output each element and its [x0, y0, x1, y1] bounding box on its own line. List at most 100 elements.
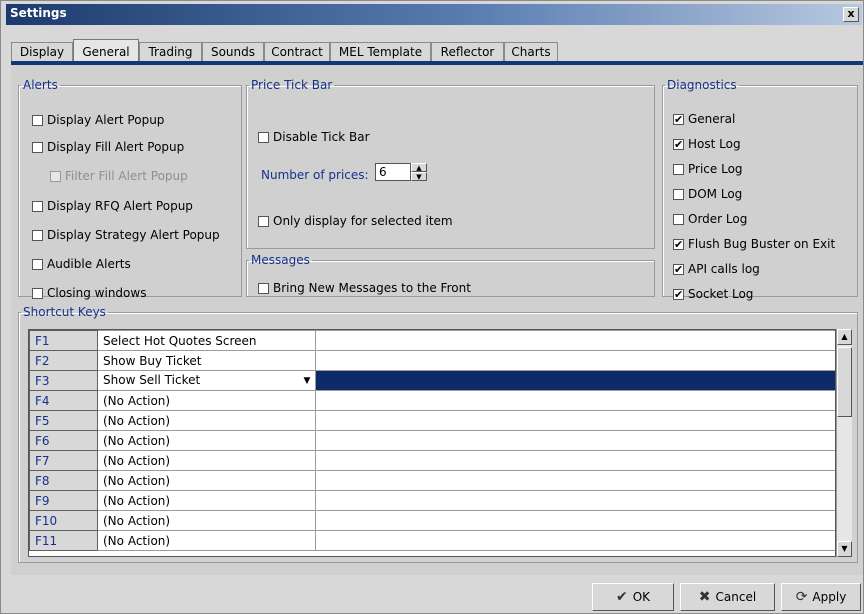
shortcut-extra-cell[interactable]: [315, 330, 835, 351]
shortcut-key-cell: F4: [29, 390, 98, 411]
checked-checkbox-icon[interactable]: ✔: [673, 113, 684, 125]
shortcut-extra-cell[interactable]: [315, 490, 835, 511]
alert-option-audible-alerts-label: Audible Alerts: [47, 257, 131, 271]
diagnostic-option-general[interactable]: ✔ General: [673, 111, 735, 127]
shortcut-action-cell[interactable]: (No Action): [97, 410, 316, 431]
tab-sounds[interactable]: Sounds: [202, 42, 264, 62]
table-row[interactable]: F6 (No Action): [29, 430, 835, 451]
checkbox-icon[interactable]: [32, 141, 43, 153]
shortcut-extra-cell[interactable]: [315, 470, 835, 491]
checkbox-icon[interactable]: [32, 229, 43, 241]
only-display-selected-checkbox[interactable]: Only display for selected item: [258, 213, 453, 229]
shortcut-extra-cell[interactable]: [315, 450, 835, 471]
shortcut-key-cell: F10: [29, 510, 98, 531]
checkbox-icon[interactable]: [673, 213, 684, 225]
table-row[interactable]: F4 (No Action): [29, 390, 835, 411]
tab-mel-template[interactable]: MEL Template: [330, 42, 431, 62]
diagnostic-option-price-log[interactable]: Price Log: [673, 161, 743, 177]
shortcut-action-cell[interactable]: (No Action): [97, 390, 316, 411]
shortcut-extra-cell[interactable]: [315, 410, 835, 431]
title-bar[interactable]: Settings x: [6, 4, 862, 25]
table-row[interactable]: F7 (No Action): [29, 450, 835, 471]
diagnostic-option-socket-log[interactable]: ✔ Socket Log: [673, 286, 753, 302]
table-row[interactable]: F3 ▼ Show Sell Ticket: [29, 370, 835, 391]
table-row[interactable]: F10 (No Action): [29, 510, 835, 531]
shortcut-keys-table: F1 Select Hot Quotes Screen F2 Show Buy Tic…: [29, 330, 835, 551]
checkbox-icon[interactable]: [32, 258, 43, 270]
shortcut-keys-scrollbar[interactable]: ▲ ▼: [836, 329, 852, 557]
spin-up-icon[interactable]: ▲: [411, 163, 427, 172]
checkmark-icon: ✔: [615, 589, 628, 605]
number-of-prices-stepper[interactable]: 6 ▲ ▼: [375, 163, 427, 181]
table-row[interactable]: F8 (No Action): [29, 470, 835, 491]
table-row[interactable]: F11 (No Action): [29, 530, 835, 551]
checkbox-box[interactable]: [258, 282, 269, 294]
checkbox-icon[interactable]: [32, 200, 43, 212]
dialog-footer: ✔ OK ✖ Cancel ⟳ Apply: [11, 579, 863, 613]
apply-button[interactable]: ⟳ Apply: [781, 583, 861, 611]
close-button[interactable]: x: [843, 7, 859, 22]
shortcut-action-cell[interactable]: (No Action): [97, 490, 316, 511]
tab-contract[interactable]: Contract: [264, 42, 330, 62]
diagnostic-option-dom-log[interactable]: DOM Log: [673, 186, 742, 202]
tab-trading[interactable]: Trading: [139, 42, 202, 62]
shortcut-action-cell[interactable]: (No Action): [97, 430, 316, 451]
shortcut-action-cell[interactable]: (No Action): [97, 470, 316, 491]
alert-option-closing-windows[interactable]: Closing windows: [32, 285, 146, 301]
shortcut-extra-cell[interactable]: [315, 370, 835, 391]
tab-display[interactable]: Display: [11, 42, 73, 62]
checked-checkbox-icon[interactable]: ✔: [673, 288, 684, 300]
diagnostic-option-order-log[interactable]: Order Log: [673, 211, 747, 227]
shortcut-extra-cell[interactable]: [315, 430, 835, 451]
shortcut-action-label: (No Action): [103, 393, 171, 408]
alert-option-audible-alerts[interactable]: Audible Alerts: [32, 256, 131, 272]
shortcut-action-cell[interactable]: (No Action): [97, 450, 316, 471]
ok-button[interactable]: ✔ OK: [592, 583, 674, 611]
bring-messages-front-checkbox[interactable]: Bring New Messages to the Front: [258, 280, 471, 296]
shortcut-extra-cell[interactable]: [315, 510, 835, 531]
tab-reflector[interactable]: Reflector: [431, 42, 504, 62]
checkbox-icon[interactable]: [673, 163, 684, 175]
scroll-up-icon[interactable]: ▲: [837, 329, 852, 345]
checkbox-icon[interactable]: [32, 287, 43, 299]
shortcut-action-cell[interactable]: (No Action): [97, 530, 316, 551]
dropdown-arrow-icon[interactable]: ▼: [299, 373, 315, 389]
checkbox-icon[interactable]: [32, 114, 43, 126]
diagnostic-option-price-log-label: Price Log: [688, 162, 743, 176]
checkbox-box[interactable]: [258, 215, 269, 227]
scroll-down-icon[interactable]: ▼: [837, 541, 852, 557]
alert-option-display-rfq-alert-popup[interactable]: Display RFQ Alert Popup: [32, 198, 193, 214]
table-row[interactable]: F9 (No Action): [29, 490, 835, 511]
shortcut-extra-cell[interactable]: [315, 390, 835, 411]
tab-charts[interactable]: Charts: [504, 42, 558, 62]
alert-option-filter-fill-alert-popup: Filter Fill Alert Popup: [50, 168, 188, 184]
checked-checkbox-icon[interactable]: ✔: [673, 238, 684, 250]
shortcut-action-cell[interactable]: Show Buy Ticket: [97, 350, 316, 371]
table-row[interactable]: F5 (No Action): [29, 410, 835, 431]
disable-tick-bar-checkbox[interactable]: Disable Tick Bar: [258, 129, 370, 145]
tab-general[interactable]: General: [73, 39, 139, 63]
alert-option-display-fill-alert-popup[interactable]: Display Fill Alert Popup: [32, 139, 184, 155]
alert-option-display-alert-popup[interactable]: Display Alert Popup: [32, 112, 164, 128]
checkbox-box[interactable]: [258, 131, 269, 143]
checked-checkbox-icon[interactable]: ✔: [673, 138, 684, 150]
cancel-button[interactable]: ✖ Cancel: [680, 583, 775, 611]
shortcut-extra-cell[interactable]: [315, 350, 835, 371]
alert-option-display-strategy-alert-popup-label: Display Strategy Alert Popup: [47, 228, 220, 242]
diagnostic-option-flush-bug-buster-on-exit[interactable]: ✔ Flush Bug Buster on Exit: [673, 236, 835, 252]
table-row[interactable]: F2 Show Buy Ticket: [29, 350, 835, 371]
shortcut-action-cell[interactable]: ▼ Show Sell Ticket: [97, 370, 316, 391]
shortcut-action-cell[interactable]: Select Hot Quotes Screen: [97, 330, 316, 351]
shortcut-action-cell[interactable]: (No Action): [97, 510, 316, 531]
checkbox-icon[interactable]: [673, 188, 684, 200]
diagnostic-option-api-calls-log[interactable]: ✔ API calls log: [673, 261, 760, 277]
shortcut-extra-cell[interactable]: [315, 530, 835, 551]
spin-down-icon[interactable]: ▼: [411, 172, 427, 181]
table-row[interactable]: F1 Select Hot Quotes Screen: [29, 330, 835, 351]
alert-option-display-strategy-alert-popup[interactable]: Display Strategy Alert Popup: [32, 227, 220, 243]
messages-legend: Messages: [251, 253, 310, 267]
checked-checkbox-icon[interactable]: ✔: [673, 263, 684, 275]
number-of-prices-input[interactable]: 6: [375, 163, 411, 181]
diagnostic-option-host-log[interactable]: ✔ Host Log: [673, 136, 741, 152]
scroll-thumb[interactable]: [837, 347, 852, 417]
